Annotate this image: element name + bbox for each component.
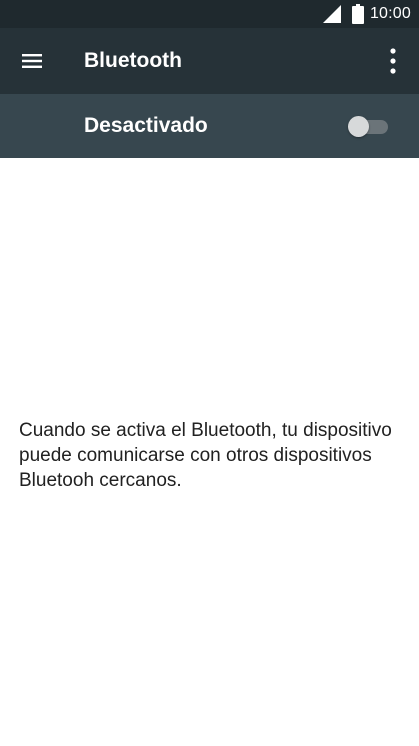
page-title: Bluetooth — [84, 49, 182, 72]
bluetooth-off-message: Cuando se activa el Bluetooth, tu dispos… — [19, 420, 392, 491]
battery-icon — [351, 4, 364, 24]
switch-status-label: Desactivado — [84, 114, 208, 137]
menu-icon[interactable] — [20, 49, 44, 73]
switch-thumb — [348, 116, 369, 137]
signal-icon — [322, 5, 341, 23]
bluetooth-toggle-switch[interactable] — [348, 116, 390, 137]
bluetooth-settings-screen: 10:00 Bluetooth Desactivado Cuando se ac… — [0, 0, 419, 746]
toolbar: Bluetooth — [0, 28, 419, 94]
more-vert-icon[interactable] — [381, 47, 405, 75]
bluetooth-master-switch-bar[interactable]: Desactivado — [0, 94, 419, 158]
status-icons: 10:00 — [322, 0, 411, 28]
status-time: 10:00 — [369, 5, 411, 22]
status-bar: 10:00 — [0, 0, 419, 28]
